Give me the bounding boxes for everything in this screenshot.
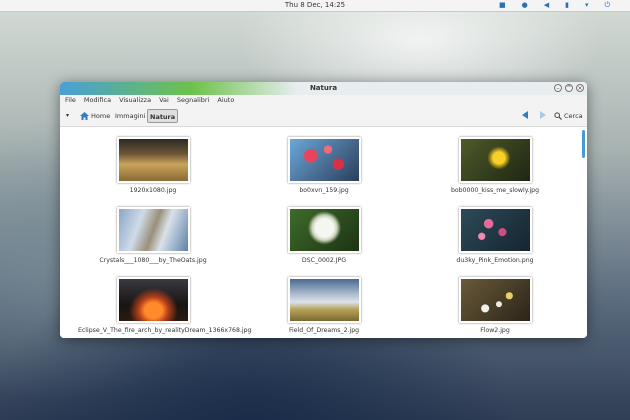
- file-item[interactable]: Crystals___1080___by_TheOats.jpg: [78, 207, 228, 265]
- maximize-button[interactable]: ^: [565, 84, 573, 92]
- wheat-field-thumbnail: [116, 137, 190, 183]
- file-grid: 1920x1080.jpg bo0xvn_159.jpg bob0000_kis…: [60, 127, 587, 338]
- path-dropdown-icon[interactable]: ▾: [66, 109, 69, 123]
- menu-modifica[interactable]: Modifica: [84, 95, 111, 106]
- toolbar: ▾ Home Immagini Natura Cerca: [60, 106, 587, 127]
- file-name: Flow2.jpg: [480, 327, 510, 334]
- file-item[interactable]: du3ky_Pink_Emotion.png: [420, 207, 570, 265]
- breadcrumb-natura[interactable]: Natura: [147, 109, 179, 123]
- search-label: Cerca: [564, 112, 583, 120]
- home-icon: [80, 112, 89, 120]
- file-item[interactable]: Flow2.jpg: [420, 277, 570, 335]
- file-item[interactable]: bo0xvn_159.jpg: [249, 137, 399, 195]
- battery-icon[interactable]: ▮: [565, 0, 569, 11]
- network-icon[interactable]: ▾: [585, 0, 589, 11]
- titlebar[interactable]: Natura – ^ ×: [60, 82, 587, 96]
- menubar: File Modifica Visualizza Vai Segnalibri …: [60, 95, 587, 106]
- file-name: 1920x1080.jpg: [129, 187, 177, 194]
- menu-segnalibri[interactable]: Segnalibri: [177, 95, 210, 106]
- breadcrumb-home[interactable]: Home: [80, 109, 110, 123]
- back-arrow-icon[interactable]: [522, 111, 528, 119]
- frozen-branch-thumbnail: [116, 207, 190, 253]
- red-blossoms-thumbnail: [287, 137, 361, 183]
- file-name: Eclipse_V_The_fire_arch_by_realityDream_…: [78, 327, 252, 334]
- pink-blossom-thumbnail: [458, 207, 532, 253]
- file-name: du3ky_Pink_Emotion.png: [456, 257, 534, 264]
- file-item[interactable]: Eclipse_V_The_fire_arch_by_realityDream_…: [78, 277, 252, 335]
- yellow-flower-thumbnail: [458, 137, 532, 183]
- window-title: Natura: [309, 84, 338, 92]
- system-tray: ■ ● ◀ ▮ ▾ ⏻: [499, 0, 610, 11]
- file-name: Field_Of_Dreams_2.jpg: [288, 327, 360, 334]
- menu-vai[interactable]: Vai: [159, 95, 169, 106]
- chat-icon[interactable]: ●: [522, 0, 528, 11]
- file-name: DSC_0002.JPG: [301, 257, 347, 264]
- search-icon: [554, 112, 562, 120]
- file-name: bo0xvn_159.jpg: [299, 187, 349, 194]
- top-panel: Thu 8 Dec, 14:25 ■ ● ◀ ▮ ▾ ⏻: [0, 0, 630, 12]
- file-item[interactable]: Field_Of_Dreams_2.jpg: [249, 277, 399, 335]
- sky-field-thumbnail: [287, 277, 361, 323]
- minimize-button[interactable]: –: [554, 84, 562, 92]
- file-name: bob0000_kiss_me_slowly.jpg: [450, 187, 540, 194]
- menu-aiuto[interactable]: Aiuto: [217, 95, 234, 106]
- power-icon[interactable]: ⏻: [604, 0, 610, 11]
- file-item[interactable]: 1920x1080.jpg: [78, 137, 228, 195]
- file-name: Crystals___1080___by_TheOats.jpg: [99, 257, 207, 264]
- breadcrumb-home-label: Home: [91, 112, 111, 120]
- file-item[interactable]: bob0000_kiss_me_slowly.jpg: [420, 137, 570, 195]
- breadcrumb-immagini[interactable]: Immagini: [115, 109, 145, 123]
- file-item[interactable]: DSC_0002.JPG: [249, 207, 399, 265]
- white-flowers-thumbnail: [458, 277, 532, 323]
- folder-icon[interactable]: ■: [499, 0, 506, 11]
- eclipse-thumbnail: [116, 277, 190, 323]
- menu-file[interactable]: File: [65, 95, 76, 106]
- volume-icon[interactable]: ◀: [544, 0, 549, 11]
- forward-arrow-icon[interactable]: [540, 111, 546, 119]
- menu-visualizza[interactable]: Visualizza: [119, 95, 151, 106]
- search-button[interactable]: Cerca: [554, 109, 583, 123]
- close-button[interactable]: ×: [576, 84, 584, 92]
- file-manager-window: Natura – ^ × File Modifica Visualizza Va…: [60, 82, 587, 338]
- scrollbar-thumb[interactable]: [582, 130, 585, 158]
- dandelion-thumbnail: [287, 207, 361, 253]
